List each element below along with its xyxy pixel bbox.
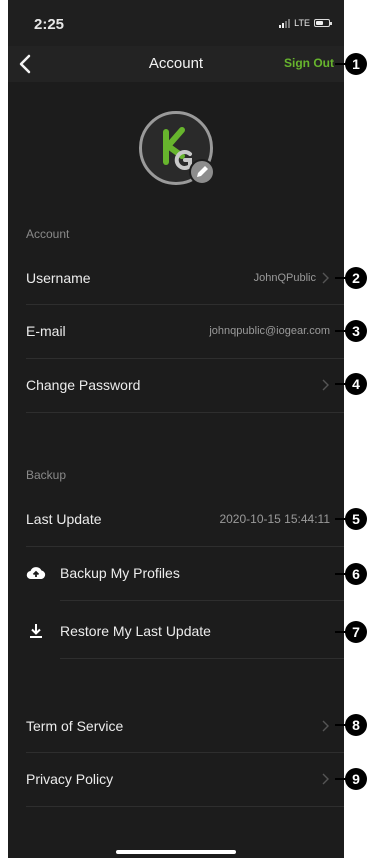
sign-out-button[interactable]: Sign Out <box>284 56 334 70</box>
terms-row[interactable]: Term of Service <box>8 700 344 752</box>
restore-update-label: Restore My Last Update <box>60 623 211 639</box>
profile-avatar[interactable] <box>139 111 215 185</box>
battery-icon <box>314 19 332 27</box>
section-label-account: Account <box>26 227 70 241</box>
username-label: Username <box>26 270 91 286</box>
email-value: johnqpublic@iogear.com <box>209 325 330 337</box>
chevron-right-icon <box>322 272 329 284</box>
privacy-row[interactable]: Privacy Policy <box>8 753 344 805</box>
callout-1: 1 <box>335 53 367 75</box>
divider <box>26 806 344 807</box>
status-time: 2:25 <box>34 16 65 33</box>
change-password-label: Change Password <box>26 377 141 393</box>
network-type: LTE <box>294 18 310 28</box>
chevron-right-icon <box>322 773 329 785</box>
last-update-value: 2020-10-15 15:44:11 <box>219 512 330 526</box>
chevron-right-icon <box>322 379 329 391</box>
chevron-right-icon <box>322 720 329 732</box>
status-indicators: LTE <box>279 18 332 28</box>
callout-4: 4 <box>335 373 367 395</box>
username-row[interactable]: Username JohnQPublic <box>8 252 344 304</box>
pencil-icon <box>197 166 208 177</box>
username-value: JohnQPublic <box>253 272 316 284</box>
cloud-upload-icon <box>26 567 46 580</box>
callout-9: 9 <box>335 768 367 790</box>
callout-3: 3 <box>335 320 367 342</box>
restore-update-row[interactable]: Restore My Last Update <box>8 605 344 657</box>
download-icon <box>30 624 42 638</box>
nav-bar: Account Sign Out <box>8 46 344 82</box>
callout-6: 6 <box>335 563 367 585</box>
callout-7: 7 <box>335 621 367 643</box>
edit-avatar-button[interactable] <box>189 159 215 185</box>
backup-profiles-row[interactable]: Backup My Profiles <box>8 547 344 599</box>
email-row[interactable]: E-mail johnqpublic@iogear.com <box>8 305 344 357</box>
status-bar: 2:25 LTE <box>8 0 344 46</box>
callout-5: 5 <box>335 508 367 530</box>
section-label-backup: Backup <box>26 468 67 482</box>
home-indicator <box>116 850 236 854</box>
callout-8: 8 <box>335 714 367 736</box>
last-update-label: Last Update <box>26 511 102 527</box>
last-update-row: Last Update 2020-10-15 15:44:11 <box>8 493 344 545</box>
divider <box>26 412 344 413</box>
signal-icon <box>279 18 291 28</box>
phone-screen: 2:25 LTE Account Sign Out Account Userna… <box>8 0 344 858</box>
privacy-label: Privacy Policy <box>26 771 114 787</box>
divider <box>60 600 344 601</box>
email-label: E-mail <box>26 323 66 339</box>
backup-profiles-label: Backup My Profiles <box>60 565 180 581</box>
terms-label: Term of Service <box>26 718 124 734</box>
callout-2: 2 <box>335 267 367 289</box>
change-password-row[interactable]: Change Password <box>8 359 344 411</box>
divider <box>60 658 344 659</box>
